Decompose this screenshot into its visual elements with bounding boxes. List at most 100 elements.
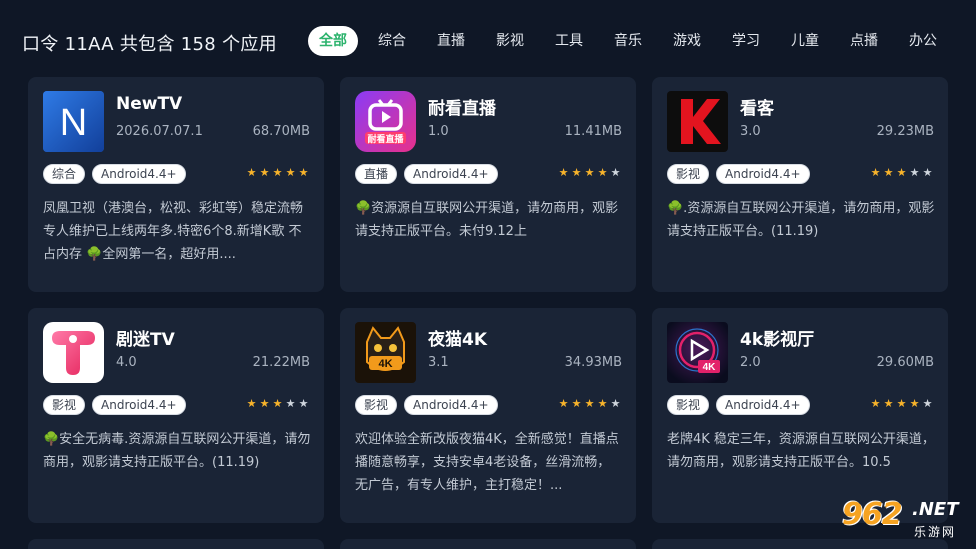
k-logo-icon [667, 91, 728, 152]
app-card-newtv[interactable]: N NewTV 2026.07.07.1 68.70MB 综合 Android4… [28, 77, 324, 292]
app-name: 看客 [740, 99, 774, 119]
category-tag: 综合 [43, 164, 86, 184]
category-tag: 影视 [355, 395, 398, 415]
newtv-logo-icon: N [43, 91, 104, 152]
play-4k-logo-icon: 4K [667, 322, 728, 383]
app-size: 68.70MB [252, 124, 310, 139]
star-filled-icon: ★ [272, 166, 283, 179]
category-tag: 影视 [667, 395, 710, 415]
star-filled-icon: ★ [870, 397, 881, 410]
tab-all[interactable]: 全部 [308, 26, 358, 56]
requirement-tag: Android4.4+ [92, 164, 186, 184]
app-version: 1.0 [428, 124, 449, 139]
star-filled-icon: ★ [883, 397, 894, 410]
star-empty-icon: ★ [298, 397, 309, 410]
app-tags: 影视 Android4.4+ [667, 395, 817, 415]
category-tag: 影视 [667, 164, 710, 184]
app-card-jumi[interactable]: 剧迷TV 4.0 21.22MB 影视 Android4.4+ ★ ★ ★ ★ ★ 🌳安… [28, 308, 324, 523]
tab-office[interactable]: 办公 [898, 26, 948, 56]
app-description: 🌳.资源源自互联网公开渠道，请勿商用，观影请支持正版平台。(11.19) [667, 201, 935, 239]
t-logo-icon [43, 322, 104, 383]
app-card-partial[interactable] [340, 539, 636, 549]
cat-4k-logo-icon: 4K [355, 322, 416, 383]
site-watermark: 962 .NET 乐游网 [834, 497, 970, 545]
svg-text:4K: 4K [703, 362, 717, 373]
star-empty-icon: ★ [922, 166, 933, 179]
app-tags: 影视 Android4.4+ [667, 164, 817, 184]
app-tags: 直播 Android4.4+ [355, 164, 505, 184]
app-card-4k-yingshiting[interactable]: 4K 4k影视厅 2.0 29.60MB 影视 Android4.4+ ★ ★ ★ ★… [652, 308, 948, 523]
watermark-number: 962 [842, 497, 903, 532]
star-filled-icon: ★ [584, 166, 595, 179]
tab-vod[interactable]: 点播 [839, 26, 889, 56]
star-filled-icon: ★ [558, 397, 569, 410]
app-description: 🌳资源源自互联网公开渠道，请勿商用，观影请支持正版平台。未付9.12上 [355, 201, 619, 239]
app-card-kanke[interactable]: 看客 3.0 29.23MB 影视 Android4.4+ ★ ★ ★ ★ ★ 🌳.资源… [652, 77, 948, 292]
rating-stars: ★ ★ ★ ★ ★ [557, 397, 622, 411]
app-tags: 综合 Android4.4+ [43, 164, 193, 184]
app-card-partial[interactable] [28, 539, 324, 549]
requirement-tag: Android4.4+ [404, 395, 498, 415]
app-description: 欢迎体验全新改版夜猫4K，全新感觉！直播点播随意畅享，支持安卓4老设备，丝滑流畅… [355, 432, 619, 493]
star-filled-icon: ★ [285, 166, 296, 179]
star-filled-icon: ★ [597, 166, 608, 179]
app-size: 29.23MB [876, 124, 934, 139]
star-empty-icon: ★ [610, 397, 621, 410]
tv-play-logo-icon: 耐看直播 [355, 91, 416, 152]
watermark-site: 乐游网 [914, 525, 957, 539]
star-filled-icon: ★ [909, 397, 920, 410]
rating-stars: ★ ★ ★ ★ ★ [869, 166, 934, 180]
star-filled-icon: ★ [896, 397, 907, 410]
star-filled-icon: ★ [259, 166, 270, 179]
app-version: 2026.07.07.1 [116, 124, 203, 139]
app-tags: 影视 Android4.4+ [355, 395, 505, 415]
tab-games[interactable]: 游戏 [662, 26, 712, 56]
app-card-naikan[interactable]: 耐看直播 耐看直播 1.0 11.41MB 直播 Android4.4+ ★ ★ ★… [340, 77, 636, 292]
star-empty-icon: ★ [285, 397, 296, 410]
rating-stars: ★ ★ ★ ★ ★ [245, 166, 310, 180]
requirement-tag: Android4.4+ [716, 395, 810, 415]
app-name: 夜猫4K [428, 330, 488, 350]
app-description: 🌳安全无病毒.资源源自互联网公开渠道，请勿商用，观影请支持正版平台。(11.19… [43, 432, 311, 470]
tab-live[interactable]: 直播 [426, 26, 476, 56]
star-filled-icon: ★ [259, 397, 270, 410]
tab-music[interactable]: 音乐 [603, 26, 653, 56]
app-tags: 影视 Android4.4+ [43, 395, 193, 415]
star-filled-icon: ★ [571, 397, 582, 410]
requirement-tag: Android4.4+ [92, 395, 186, 415]
star-filled-icon: ★ [584, 397, 595, 410]
star-empty-icon: ★ [610, 166, 621, 179]
app-size: 21.22MB [252, 355, 310, 370]
app-card-yemao[interactable]: 4K 夜猫4K 3.1 34.93MB 影视 Android4.4+ ★ ★ ★ ★ ★… [340, 308, 636, 523]
star-filled-icon: ★ [558, 166, 569, 179]
app-version: 3.0 [740, 124, 761, 139]
requirement-tag: Android4.4+ [716, 164, 810, 184]
tab-movies[interactable]: 影视 [485, 26, 535, 56]
star-filled-icon: ★ [272, 397, 283, 410]
rating-stars: ★ ★ ★ ★ ★ [869, 397, 934, 411]
requirement-tag: Android4.4+ [404, 164, 498, 184]
tab-learning[interactable]: 学习 [721, 26, 771, 56]
svg-text:N: N [60, 102, 87, 144]
app-name: 剧迷TV [116, 330, 175, 350]
star-filled-icon: ★ [571, 166, 582, 179]
rating-stars: ★ ★ ★ ★ ★ [557, 166, 622, 180]
tab-general[interactable]: 综合 [367, 26, 417, 56]
star-filled-icon: ★ [246, 166, 257, 179]
page-title: 口令 11AA 共包含 158 个应用 [22, 34, 277, 55]
app-version: 3.1 [428, 355, 449, 370]
tab-kids[interactable]: 儿童 [780, 26, 830, 56]
app-version: 2.0 [740, 355, 761, 370]
star-filled-icon: ★ [896, 166, 907, 179]
watermark-suffix: .NET [912, 499, 959, 520]
star-filled-icon: ★ [246, 397, 257, 410]
star-filled-icon: ★ [298, 166, 309, 179]
star-filled-icon: ★ [883, 166, 894, 179]
app-size: 34.93MB [564, 355, 622, 370]
svg-text:耐看直播: 耐看直播 [367, 133, 404, 145]
app-size: 29.60MB [876, 355, 934, 370]
app-description: 老牌4K 稳定三年，资源源自互联网公开渠道，请勿商用，观影请支持正版平台。10.… [667, 432, 935, 470]
tab-tools[interactable]: 工具 [544, 26, 594, 56]
category-tag: 直播 [355, 164, 398, 184]
svg-text:4K: 4K [378, 358, 392, 370]
